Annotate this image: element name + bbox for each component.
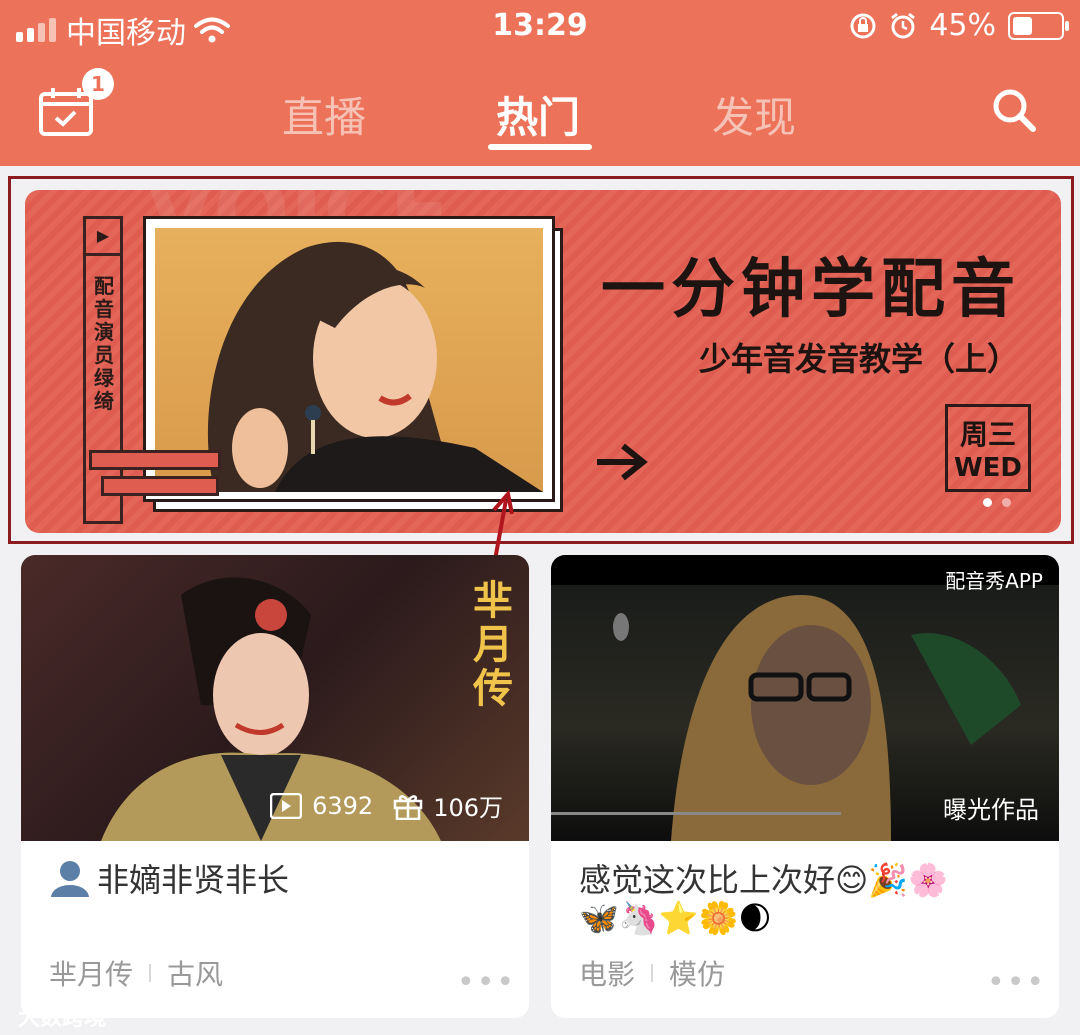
- gift-count: 106万: [433, 794, 503, 822]
- play-count: 6392: [312, 791, 374, 820]
- rotation-lock-icon: [850, 13, 876, 38]
- video-progress-line: [551, 812, 841, 815]
- weekday-en: WED: [953, 453, 1023, 483]
- notification-badge: 1: [82, 68, 114, 100]
- tag-divider: [651, 964, 654, 982]
- search-icon[interactable]: [990, 86, 1038, 134]
- carousel-dot[interactable]: [1002, 498, 1011, 507]
- more-options-icon[interactable]: •••: [457, 965, 516, 1000]
- play-count-icon: [270, 792, 303, 819]
- video-title-emoji-line: 🦋🦄⭐🌼🌒: [579, 899, 772, 937]
- video-card[interactable]: 芈月传 6392 106万 非嫡非贤非长 芈月传 古风 •••: [21, 555, 529, 1018]
- more-options-icon[interactable]: •••: [987, 965, 1046, 1000]
- exposure-badge: 曝光作品: [943, 796, 1039, 824]
- tab-hot[interactable]: 热门: [496, 84, 580, 145]
- battery-icon: [1008, 11, 1069, 40]
- alarm-icon: [891, 12, 916, 38]
- page-watermark: 大数跨境: [18, 1006, 107, 1031]
- arrow-right-icon: [597, 443, 648, 481]
- video-title: 感觉这次比上次好😊🎉🌸: [579, 861, 949, 899]
- decor-bar: [101, 476, 219, 496]
- tag[interactable]: 古风: [167, 953, 223, 993]
- decor-bar: [89, 450, 221, 470]
- top-nav: 1 直播 热门 发现: [0, 56, 1080, 166]
- active-tab-indicator: [488, 144, 592, 150]
- banner-side-text: 配音演员 绿绮: [94, 274, 114, 413]
- tag[interactable]: 电影: [579, 953, 635, 993]
- weekday-cn: 周三: [959, 418, 1016, 451]
- drama-title-overlay: 芈月传: [473, 578, 513, 712]
- tab-discover[interactable]: 发现: [712, 84, 796, 145]
- status-right: 45%: [849, 8, 1069, 43]
- video-thumbnail[interactable]: 芈月传 6392 106万: [21, 555, 529, 841]
- video-card[interactable]: 配音秀APP 曝光作品 感觉这次比上次好😊🎉🌸 🦋🦄⭐🌼🌒 电影 模仿 •••: [551, 555, 1059, 1018]
- video-tags: 芈月传 古风: [49, 953, 223, 993]
- play-icon: ▶: [86, 219, 120, 256]
- video-title-row: 非嫡非贤非长: [49, 855, 289, 901]
- video-tags: 电影 模仿: [579, 953, 725, 993]
- gift-icon: [393, 794, 423, 820]
- promo-banner[interactable]: VOICE ▶ 配音演员 绿绮 一分钟学配音 少年: [25, 190, 1061, 533]
- battery-percent: 45%: [929, 8, 996, 43]
- banner-subtitle: 少年音发音教学（上）: [699, 340, 1020, 378]
- user-avatar-icon: [51, 861, 89, 897]
- carousel-dot-active[interactable]: [983, 498, 992, 507]
- tab-live[interactable]: 直播: [282, 84, 366, 145]
- status-bar: 中国移动 13:29 45%: [0, 0, 1080, 56]
- tag[interactable]: 模仿: [669, 953, 725, 993]
- tag[interactable]: 芈月传: [49, 953, 133, 993]
- carousel-dots: [983, 498, 1011, 507]
- app-watermark: 配音秀APP: [945, 569, 1043, 593]
- banner-title: 一分钟学配音: [601, 253, 1021, 327]
- weekday-box: 周三 WED: [945, 404, 1031, 492]
- tag-divider: [149, 964, 152, 982]
- video-title: 非嫡非贤非长: [97, 861, 290, 899]
- banner-highlight-box: VOICE ▶ 配音演员 绿绮 一分钟学配音 少年: [8, 176, 1074, 544]
- video-stats: 6392 106万: [270, 788, 503, 823]
- video-thumbnail[interactable]: 配音秀APP 曝光作品: [551, 555, 1059, 841]
